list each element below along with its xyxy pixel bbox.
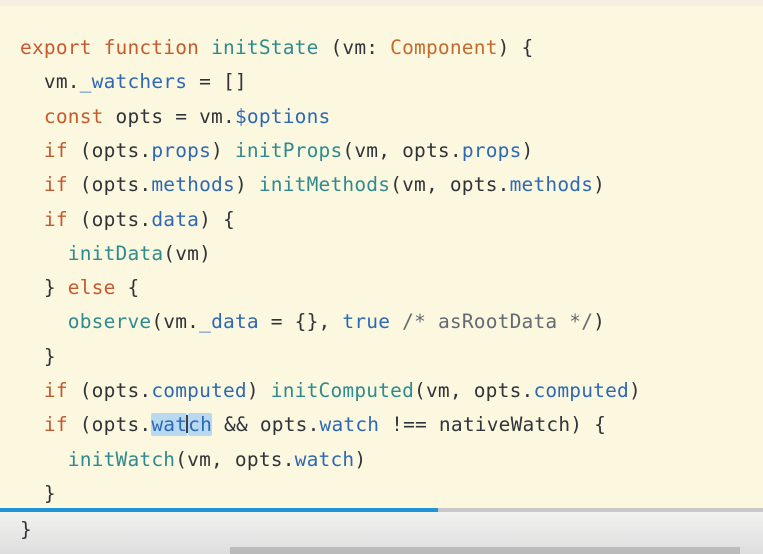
code-line: if (opts.watch && opts.watch !== nativeW… (20, 410, 606, 440)
code-token: initWatch (67, 447, 176, 471)
code-line-closing-brace: } (20, 518, 32, 541)
code-line: vm._watchers = [] (20, 67, 247, 97)
code-token: (vm, opts. (390, 173, 510, 197)
code-token: (vm, opts. (414, 379, 534, 402)
code-token: $options (234, 104, 331, 128)
code-token: if (20, 173, 80, 197)
code-token: else (67, 276, 128, 300)
code-token: (opts. (79, 379, 152, 402)
code-token: (vm, opts. (342, 138, 462, 162)
code-token: (vm, opts. (175, 447, 295, 471)
code-token: ) (234, 173, 259, 197)
code-line: if (opts.props) initProps(vm, opts.props… (20, 136, 533, 166)
code-token: initData (67, 241, 164, 265)
code-token: opts = vm. (115, 104, 235, 128)
code-token: (vm. (151, 310, 200, 334)
code-token: } (20, 481, 56, 505)
code-token: watch (319, 413, 380, 437)
code-line: export function initState (vm: Component… (20, 33, 533, 63)
code-token: ) (521, 138, 534, 162)
code-token: (opts. (79, 173, 152, 197)
code-token: } (20, 344, 56, 368)
code-token: props (461, 138, 522, 162)
code-token: export (20, 36, 104, 59)
code-token: watch (294, 447, 355, 471)
code-token: ) (246, 379, 271, 402)
code-line: if (opts.computed) initComputed(vm, opts… (20, 376, 641, 406)
code-token: ) { (497, 36, 534, 59)
selected-token: ch (188, 413, 213, 437)
code-line: } (20, 342, 56, 372)
code-token: ) (593, 310, 606, 334)
code-token: methods (151, 173, 235, 197)
code-token: function (103, 36, 212, 59)
code-line: } (20, 479, 56, 509)
code-token: observe (67, 310, 152, 334)
code-token: && opts. (212, 413, 320, 437)
code-token: (vm: (318, 36, 391, 59)
code-token: Component (390, 36, 498, 59)
code-token: initProps (234, 138, 343, 162)
code-token: computed (533, 379, 629, 402)
code-token: { (127, 276, 140, 300)
code-token: ) (593, 173, 606, 197)
code-line: if (opts.data) { (20, 205, 235, 235)
code-token: props (151, 138, 212, 162)
code-token: if (20, 207, 80, 231)
code-token: = [] (187, 70, 247, 94)
subtitle-overlay-shadow (230, 547, 740, 554)
code-token: ) (354, 447, 367, 471)
video-frame: export function initState (vm: Component… (0, 0, 763, 554)
code-token: vm. (20, 70, 80, 94)
code-token: data (151, 207, 200, 231)
code-line: initData(vm) (20, 239, 211, 269)
code-token: } (20, 276, 68, 300)
code-token: (opts. (79, 207, 152, 231)
code-token: if (20, 413, 80, 437)
code-line: initWatch(vm, opts.watch) (20, 445, 366, 475)
code-token: true (342, 310, 391, 334)
code-token: computed (151, 379, 247, 402)
code-token: ) (628, 379, 641, 402)
code-token: _watchers (79, 70, 188, 94)
code-token: !== nativeWatch) { (379, 413, 607, 437)
code-token: ) (211, 138, 235, 162)
code-token: = {}, (258, 310, 343, 334)
code-token: initMethods (258, 173, 391, 197)
code-token: (opts. (79, 138, 152, 162)
code-token: _data (199, 310, 259, 334)
code-token: ) { (199, 207, 235, 231)
code-line: } else { (20, 273, 139, 303)
code-token: initState (211, 36, 319, 59)
code-token: if (20, 379, 80, 402)
code-line: const opts = vm.$options (20, 102, 330, 132)
code-token: methods (509, 173, 594, 197)
code-token: if (20, 138, 80, 162)
code-editor: export function initState (vm: Component… (0, 6, 763, 512)
code-line: observe(vm._data = {}, true /* asRootDat… (20, 307, 605, 337)
selected-token: wat (151, 413, 188, 437)
code-line: if (opts.methods) initMethods(vm, opts.m… (20, 170, 605, 200)
code-token: initComputed (270, 379, 415, 402)
code-token: (opts. (79, 413, 152, 437)
code-token: /* asRootData */ (390, 310, 594, 334)
code-token: const (20, 104, 116, 128)
code-token: (vm) (163, 241, 212, 265)
